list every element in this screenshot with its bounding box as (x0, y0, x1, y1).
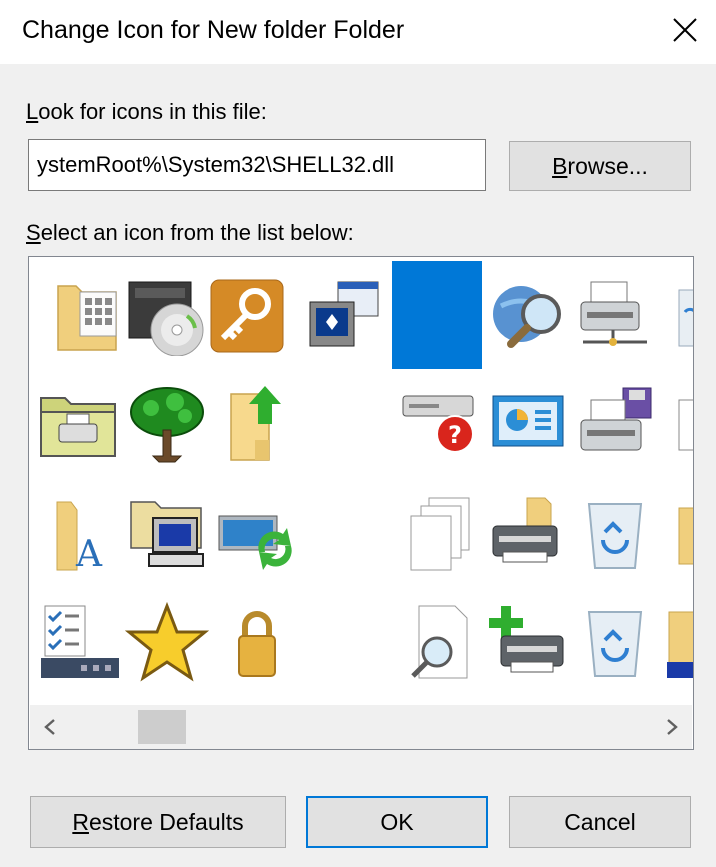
ok-button[interactable]: OK (306, 796, 488, 848)
browse-button[interactable]: Browse... (509, 141, 691, 191)
printer-disk-icon[interactable] (570, 369, 660, 479)
search-globe-icon[interactable] (484, 261, 574, 371)
title-bar: Change Icon for New folder Folder (0, 0, 716, 64)
window-title: Change Icon for New folder Folder (22, 16, 405, 44)
close-icon (673, 18, 697, 42)
folder-film-partial-icon[interactable] (661, 587, 693, 697)
checklist-icon[interactable] (34, 587, 124, 697)
blank-icon[interactable] (302, 479, 392, 589)
scroll-left-button[interactable] (30, 705, 70, 749)
key-icon[interactable] (202, 261, 292, 371)
look-for-icons-label: Look for icons in this file: (26, 99, 267, 124)
horizontal-scrollbar[interactable] (30, 705, 692, 749)
search-document-icon[interactable] (394, 587, 484, 697)
copy-pages-icon[interactable] (394, 479, 484, 589)
folder-font-icon[interactable]: A (34, 479, 124, 589)
svg-text:?: ? (448, 421, 462, 449)
cancel-button[interactable]: Cancel (509, 796, 691, 848)
star-icon[interactable] (122, 587, 212, 697)
blank-icon[interactable] (302, 587, 392, 697)
network-printer-icon[interactable] (570, 261, 660, 371)
svg-text:A: A (75, 534, 103, 575)
restore-defaults-button[interactable]: Restore Defaults (30, 796, 286, 848)
document-partial-icon[interactable] (661, 369, 693, 479)
icon-file-path-input[interactable] (28, 139, 486, 191)
scroll-right-button[interactable] (652, 705, 692, 749)
printer-folder-icon[interactable] (484, 479, 574, 589)
tree-icon[interactable] (122, 369, 212, 479)
folder-grid-icon[interactable] (42, 261, 132, 371)
network-sync-icon[interactable] (212, 479, 302, 589)
folder-upload-icon[interactable] (212, 369, 302, 479)
chevron-right-icon (667, 719, 678, 735)
close-button[interactable] (660, 8, 710, 52)
blank-selected-icon[interactable] (392, 261, 482, 369)
recycle-bin-icon[interactable] (570, 479, 660, 589)
select-icon-label: Select an icon from the list below: (26, 220, 354, 245)
icon-list[interactable]: ? A (28, 256, 694, 750)
folder-printer-icon[interactable] (34, 369, 124, 479)
drive-help-icon[interactable]: ? (394, 369, 484, 479)
add-printer-icon[interactable] (484, 587, 574, 697)
computer-window-icon[interactable] (297, 261, 387, 371)
recycle-bin-icon[interactable] (570, 587, 660, 697)
recycle-bin-partial-icon[interactable] (661, 261, 693, 371)
chevron-left-icon (44, 719, 55, 735)
folder-computer-icon[interactable] (122, 479, 212, 589)
folder-partial-icon[interactable] (661, 479, 693, 589)
control-panel-icon[interactable] (484, 369, 574, 479)
blank-icon[interactable] (302, 369, 392, 479)
lock-icon[interactable] (212, 587, 302, 697)
scrollbar-thumb[interactable] (138, 710, 186, 744)
cd-drive-icon[interactable] (122, 261, 212, 371)
